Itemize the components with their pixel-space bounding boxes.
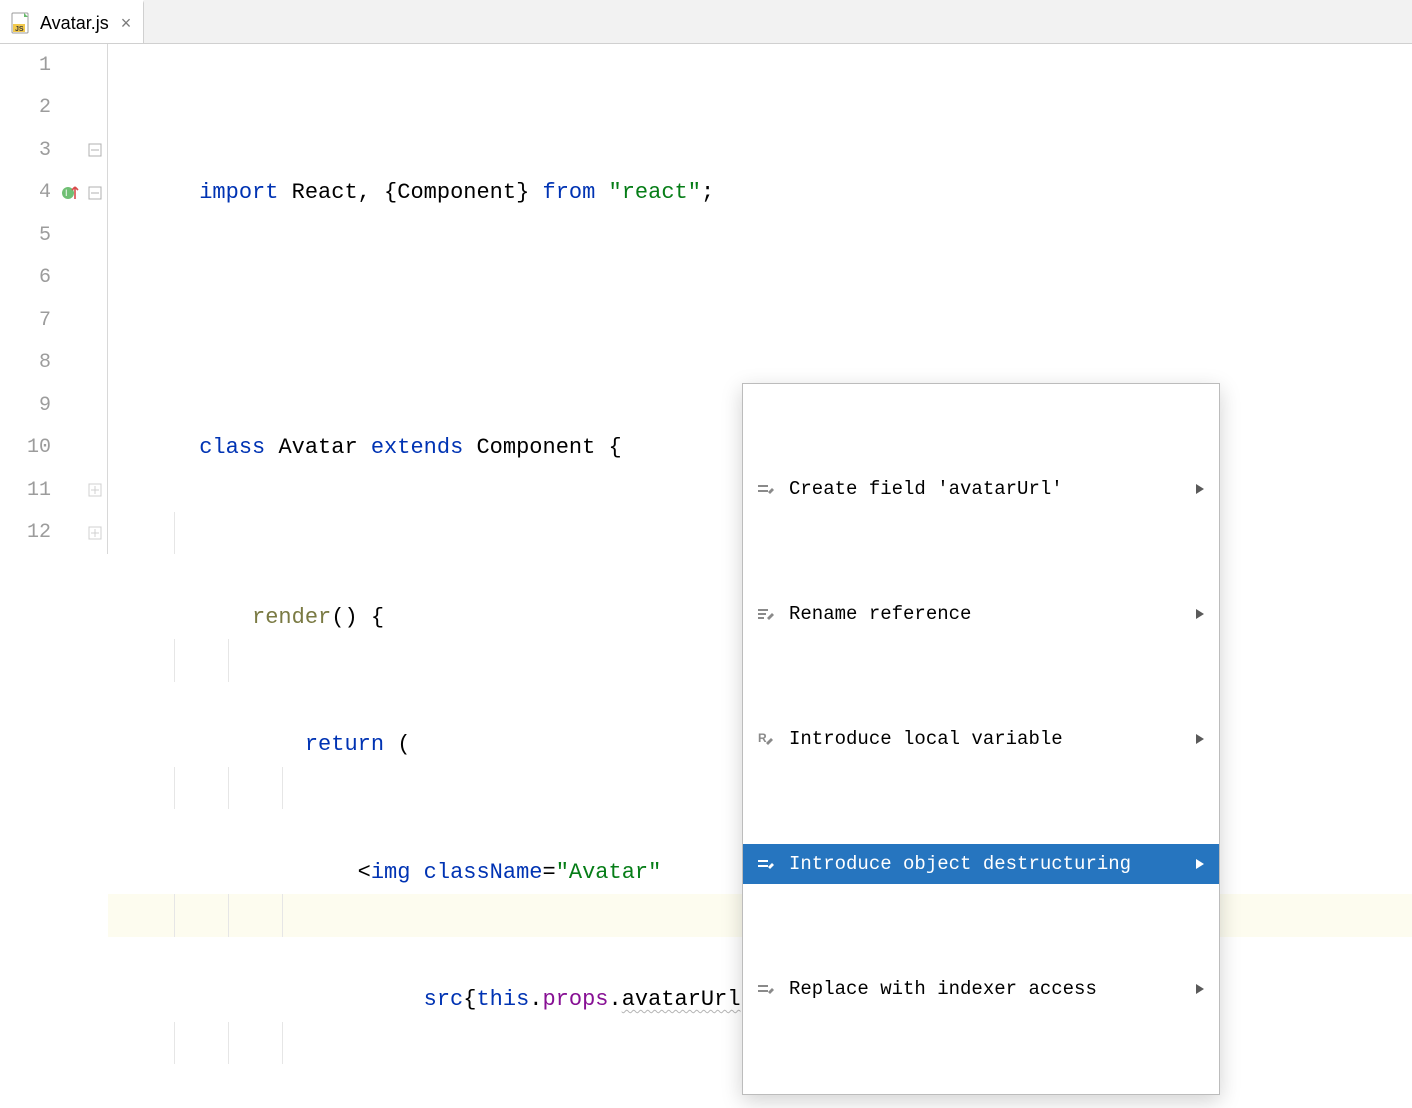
menu-item-rename-reference[interactable]: Rename reference bbox=[743, 594, 1219, 634]
close-tab-icon[interactable]: × bbox=[121, 13, 132, 34]
line-number: 5 bbox=[39, 224, 51, 247]
menu-item-label: Introduce object destructuring bbox=[789, 843, 1183, 886]
menu-item-introduce-object-destructuring[interactable]: Introduce object destructuring bbox=[743, 844, 1219, 884]
menu-item-introduce-local-variable[interactable]: R Introduce local variable bbox=[743, 719, 1219, 759]
editor-tab-avatar[interactable]: JS Avatar.js × bbox=[0, 0, 144, 43]
code-line: import React, {Component} from "react"; bbox=[108, 129, 1412, 172]
fold-end-icon[interactable] bbox=[87, 525, 103, 541]
code-editor[interactable]: import React, {Component} from "react"; … bbox=[108, 44, 1412, 554]
intention-actions-menu: Create field 'avatarUrl' Rename referenc… bbox=[742, 383, 1220, 1095]
submenu-arrow-icon bbox=[1195, 984, 1205, 994]
line-number: 9 bbox=[39, 394, 51, 417]
rename-equal-icon bbox=[755, 978, 777, 1000]
code-line bbox=[108, 257, 1412, 300]
menu-item-label: Introduce local variable bbox=[789, 718, 1183, 761]
refactor-r-icon: R bbox=[755, 728, 777, 750]
tab-filename: Avatar.js bbox=[40, 13, 109, 34]
line-number: 7 bbox=[39, 309, 51, 332]
line-number: 10 bbox=[27, 436, 51, 459]
menu-item-label: Rename reference bbox=[789, 593, 1183, 636]
rename-write-icon bbox=[755, 603, 777, 625]
fold-toggle-icon[interactable] bbox=[87, 142, 103, 158]
line-number: 4 bbox=[39, 181, 51, 204]
fold-end-icon[interactable] bbox=[87, 482, 103, 498]
line-number: 3 bbox=[39, 139, 51, 162]
line-number: 2 bbox=[39, 96, 51, 119]
submenu-arrow-icon bbox=[1195, 859, 1205, 869]
submenu-arrow-icon bbox=[1195, 484, 1205, 494]
rename-equal-icon bbox=[755, 478, 777, 500]
svg-text:JS: JS bbox=[15, 26, 24, 33]
rename-equal-icon bbox=[755, 853, 777, 875]
line-number: 8 bbox=[39, 351, 51, 374]
line-number: 1 bbox=[39, 54, 51, 77]
tab-bar: JS Avatar.js × bbox=[0, 0, 1412, 44]
editor-area: 1 2 3 4 I 5 6 7 8 9 10 11 bbox=[0, 44, 1412, 554]
menu-item-label: Create field 'avatarUrl' bbox=[789, 468, 1183, 511]
submenu-arrow-icon bbox=[1195, 734, 1205, 744]
line-number: 11 bbox=[27, 479, 51, 502]
override-gutter-icon[interactable]: I bbox=[61, 184, 79, 202]
menu-item-replace-with-indexer-access[interactable]: Replace with indexer access bbox=[743, 969, 1219, 1009]
submenu-arrow-icon bbox=[1195, 609, 1205, 619]
fold-toggle-icon[interactable] bbox=[87, 185, 103, 201]
line-number: 12 bbox=[27, 521, 51, 544]
svg-text:R: R bbox=[758, 731, 767, 745]
menu-item-label: Replace with indexer access bbox=[789, 968, 1183, 1011]
menu-item-create-field[interactable]: Create field 'avatarUrl' bbox=[743, 469, 1219, 509]
gutter: 1 2 3 4 I 5 6 7 8 9 10 11 bbox=[0, 44, 108, 554]
js-file-icon: JS bbox=[10, 12, 32, 34]
svg-text:I: I bbox=[65, 188, 68, 198]
line-number: 6 bbox=[39, 266, 51, 289]
